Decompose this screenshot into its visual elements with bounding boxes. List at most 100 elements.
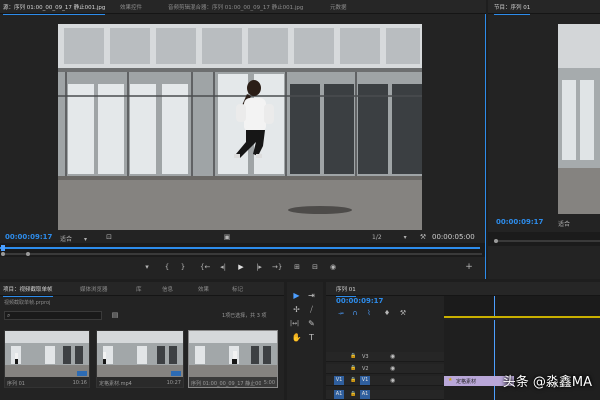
tab-markers[interactable]: 标记 xyxy=(232,285,243,293)
safe-margins-icon[interactable]: ▣ xyxy=(222,233,232,242)
type-tool-icon[interactable]: T xyxy=(306,332,317,343)
eye-icon[interactable]: ◉ xyxy=(390,377,395,384)
zoom-handle-left[interactable] xyxy=(1,252,5,256)
project-item-thumbnail[interactable]: 序列 01 10:16 xyxy=(4,330,90,388)
chevron-down-icon: ▾ xyxy=(403,234,407,241)
go-to-out-icon[interactable]: →} xyxy=(272,263,282,272)
lock-icon[interactable]: 🔒 xyxy=(350,353,356,359)
timeline-playhead[interactable] xyxy=(494,296,495,318)
work-area-bar[interactable] xyxy=(444,316,600,318)
resolution-dropdown[interactable]: 1/2 ▾ xyxy=(372,234,407,241)
timeline-playhead-line xyxy=(494,320,495,400)
program-monitor-panel: 节目：序列 01 00:00:09:17 适合 xyxy=(488,0,600,279)
tab-project[interactable]: 项目：视频截取单帧 xyxy=(3,285,53,297)
export-frame-icon[interactable]: ◉ xyxy=(328,263,338,272)
eye-icon[interactable]: ◉ xyxy=(390,365,395,372)
tab-libraries[interactable]: 库 xyxy=(136,285,142,293)
project-file-name: 视频截取单帧.prproj xyxy=(4,300,51,306)
project-search-input[interactable]: ⌕ xyxy=(4,311,102,320)
out-point-icon[interactable]: } xyxy=(178,263,188,272)
chevron-down-icon: ▾ xyxy=(83,236,87,243)
wrench-icon[interactable]: ⚒ xyxy=(418,233,428,242)
track-label: V3 xyxy=(362,354,369,360)
settings-wrench-icon[interactable]: ⊡ xyxy=(104,233,114,242)
selection-tool-icon[interactable]: ▶ xyxy=(291,290,302,301)
tab-program[interactable]: 节目：序列 01 xyxy=(494,3,531,15)
source-monitor-panel: 源：序列 01:00_00_09_17 静止001.jpg 效果控件 音频剪辑混… xyxy=(0,0,486,279)
lock-icon[interactable]: 🔒 xyxy=(350,377,356,383)
project-tabbar: 项目：视频截取单帧 媒体浏览器 库 信息 效果 标记 xyxy=(0,282,284,297)
thumb-image xyxy=(97,331,183,377)
track-header-v2: 🔒 V2 ◉ xyxy=(326,364,444,374)
tab-effects[interactable]: 效果 xyxy=(198,285,209,293)
step-back-icon[interactable]: ◂| xyxy=(218,263,228,272)
program-fit-dropdown[interactable]: 适合 xyxy=(558,219,570,228)
hand-tool-icon[interactable]: ✋ xyxy=(291,332,302,343)
thumb-name: 定格素材.mp4 xyxy=(99,381,132,387)
source-scrub-ruler[interactable] xyxy=(0,243,486,257)
add-marker-icon[interactable]: ⌇ xyxy=(364,309,374,318)
keyframe-icon[interactable]: ♦ xyxy=(382,309,392,318)
track-target-a1[interactable]: A1 xyxy=(360,390,370,399)
overwrite-icon[interactable]: ⊟ xyxy=(310,263,320,272)
insert-icon[interactable]: ⊞ xyxy=(292,263,302,272)
track-header-v1: V1 🔒 V1 ◉ xyxy=(326,376,444,386)
source-playhead[interactable] xyxy=(1,245,5,251)
program-timecode[interactable]: 00:00:09:17 xyxy=(496,218,543,226)
program-zoom-handle[interactable] xyxy=(494,239,498,243)
step-forward-icon[interactable]: |▸ xyxy=(254,263,264,272)
timeline-tabbar: 序列 01 xyxy=(326,282,600,297)
tab-source[interactable]: 源：序列 01:00_00_09_17 静止001.jpg xyxy=(3,3,106,15)
tab-sequence[interactable]: 序列 01 xyxy=(336,285,356,297)
eye-icon[interactable]: ◉ xyxy=(390,353,395,360)
lock-icon[interactable]: 🔒 xyxy=(350,391,356,397)
tools-panel: ▶ ⇥ ✢ ⧸ |↔| ✎ ✋ T xyxy=(287,282,323,400)
add-button-icon[interactable]: + xyxy=(464,263,474,272)
ripple-edit-icon[interactable]: ✢ xyxy=(291,304,302,315)
track-select-icon[interactable]: ⇥ xyxy=(306,290,317,301)
timeline-settings-icon[interactable]: ⚒ xyxy=(398,309,408,318)
program-zoom-bar[interactable] xyxy=(494,240,600,242)
fit-label: 适合 xyxy=(60,236,73,243)
program-monitor-tabbar: 节目：序列 01 xyxy=(488,0,600,15)
tab-audio-clip-mixer[interactable]: 音频剪辑混合器：序列 01:00_00_09_17 静止001.jpg xyxy=(168,3,303,11)
program-scrub-ruler[interactable] xyxy=(488,232,600,246)
source-patch-v1[interactable]: V1 xyxy=(334,376,344,385)
source-timecode[interactable]: 00:00:09:17 xyxy=(5,233,52,241)
pen-tool-icon[interactable]: ✎ xyxy=(306,318,317,329)
source-zoom-bar[interactable] xyxy=(2,253,482,255)
tab-metadata[interactable]: 元数据 xyxy=(330,3,347,11)
selection-info: 1项已选择，共 3 项 xyxy=(222,313,267,319)
snap-icon[interactable]: ⤞ xyxy=(336,309,346,318)
source-patch-a1[interactable]: A1 xyxy=(334,390,344,399)
tab-media-browser[interactable]: 媒体浏览器 xyxy=(80,285,108,293)
new-bin-icon[interactable]: ▤ xyxy=(110,311,120,320)
thumb-duration: 10:27 xyxy=(166,380,181,386)
lock-icon[interactable]: 🔒 xyxy=(350,365,356,371)
zoom-handle-right[interactable] xyxy=(26,252,30,256)
fit-label: 适合 xyxy=(558,221,571,228)
razor-tool-icon[interactable]: ⧸ xyxy=(306,304,317,315)
linked-selection-icon[interactable]: ∩ xyxy=(350,309,360,318)
timeline-timecode[interactable]: 00:00:09:17 xyxy=(336,297,383,305)
marker-icon[interactable]: ▾ xyxy=(142,263,152,272)
resolution-label: 1/2 xyxy=(372,234,382,241)
fx-badge-icon: ★ xyxy=(448,377,453,383)
in-point-icon[interactable]: { xyxy=(162,263,172,272)
tab-info[interactable]: 信息 xyxy=(162,285,173,293)
frame-scene xyxy=(58,24,422,230)
thumb-duration: 10:16 xyxy=(72,380,87,386)
source-fit-dropdown[interactable]: 适合 ▾ xyxy=(60,234,87,243)
timeline-time-ruler[interactable] xyxy=(444,296,600,318)
thumb-image xyxy=(189,331,277,377)
source-scrub-bar xyxy=(0,247,480,249)
go-to-in-icon[interactable]: {← xyxy=(200,263,210,272)
project-item-thumbnail[interactable]: 定格素材.mp4 10:27 xyxy=(96,330,184,388)
project-item-thumbnail[interactable]: 序列 01:00_00_09_17 静止001.jpg 5:00 xyxy=(188,330,278,388)
clip-label: 定格素材 xyxy=(456,379,477,385)
slip-tool-icon[interactable]: |↔| xyxy=(289,318,300,329)
tab-effect-controls[interactable]: 效果控件 xyxy=(120,3,142,11)
track-target-v1[interactable]: V1 xyxy=(360,376,370,385)
play-icon[interactable]: ▶ xyxy=(236,263,246,272)
source-duration: 00:00:05:00 xyxy=(432,233,475,241)
